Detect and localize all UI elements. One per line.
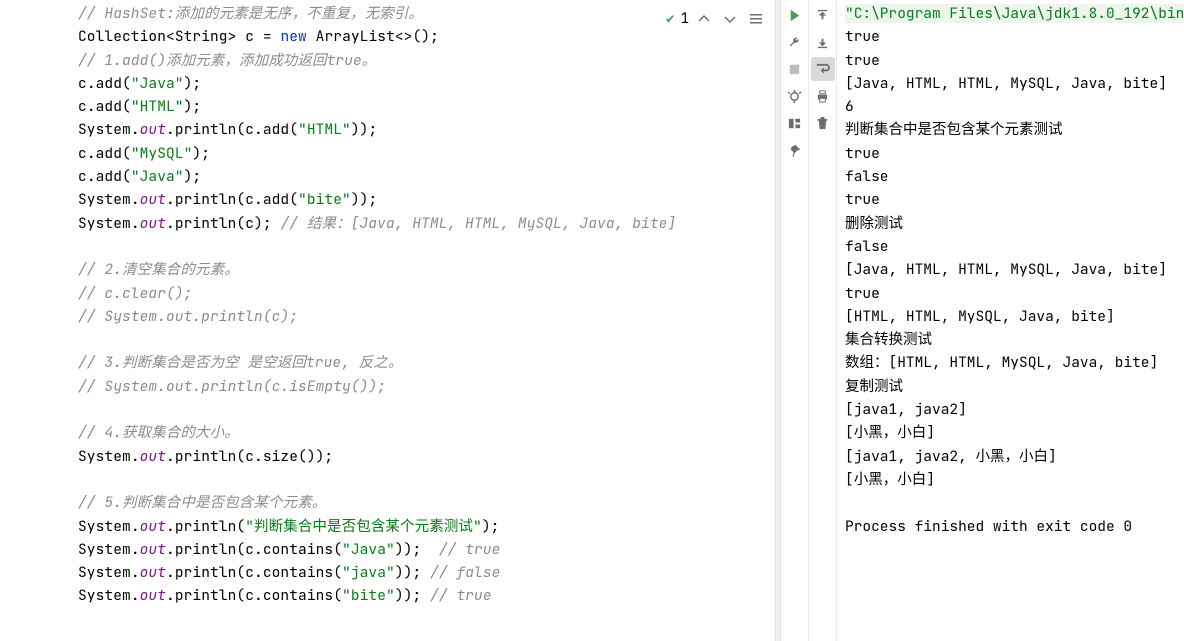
chevron-up-icon[interactable] bbox=[693, 8, 715, 30]
console-path: "C:\Program Files\Java\jdk1.8.0_192\bin bbox=[845, 4, 1184, 23]
pin-icon[interactable] bbox=[783, 138, 807, 162]
code-line[interactable] bbox=[78, 235, 775, 258]
code-line[interactable]: System.out.println("判断集合中是否包含某个元素测试"); bbox=[78, 515, 775, 538]
console-line: [java1, java2] bbox=[845, 398, 1184, 421]
console-line: [Java, HTML, HTML, MySQL, Java, bite] bbox=[845, 72, 1184, 95]
run-pane: "C:\Program Files\Java\jdk1.8.0_192\bint… bbox=[781, 0, 1184, 641]
soft-wrap-icon[interactable] bbox=[811, 57, 835, 81]
console-line: 复制测试 bbox=[845, 375, 1184, 398]
console-line: 判断集合中是否包含某个元素测试 bbox=[845, 118, 1184, 141]
run-toolbar-left bbox=[781, 0, 809, 641]
console-line: 6 bbox=[845, 95, 1184, 118]
print-icon[interactable] bbox=[811, 84, 835, 108]
code-line[interactable]: c.add("Java"); bbox=[78, 165, 775, 188]
code-line[interactable]: System.out.println(c.contains("java")); … bbox=[78, 561, 775, 584]
console-line: false bbox=[845, 165, 1184, 188]
code-line[interactable] bbox=[78, 468, 775, 491]
code-line[interactable] bbox=[78, 398, 775, 421]
more-icon[interactable] bbox=[745, 8, 767, 30]
console-output[interactable]: "C:\Program Files\Java\jdk1.8.0_192\bint… bbox=[837, 0, 1184, 641]
console-line: true bbox=[845, 25, 1184, 48]
console-line: [java1, java2, 小黑，小白] bbox=[845, 445, 1184, 468]
code-line[interactable]: c.add("MySQL"); bbox=[78, 142, 775, 165]
debug-icon[interactable] bbox=[783, 84, 807, 108]
scroll-top-icon[interactable] bbox=[811, 3, 835, 27]
editor-inspection-widget[interactable]: ✔ 1 bbox=[666, 4, 767, 30]
console-line: 集合转换测试 bbox=[845, 328, 1184, 351]
code-line[interactable]: System.out.println(c); // 结果：[Java, HTML… bbox=[78, 212, 775, 235]
code-area[interactable]: // HashSet:添加的元素是无序，不重复，无索引。Collection<S… bbox=[0, 0, 775, 608]
code-line[interactable] bbox=[78, 328, 775, 351]
console-line bbox=[845, 491, 1184, 514]
code-line[interactable]: c.add("Java"); bbox=[78, 72, 775, 95]
console-line: true bbox=[845, 282, 1184, 305]
code-line[interactable]: // System.out.println(c.isEmpty()); bbox=[78, 375, 775, 398]
check-icon: ✔ bbox=[666, 10, 674, 28]
code-line[interactable]: // 5.判断集合中是否包含某个元素。 bbox=[78, 491, 775, 514]
code-line[interactable]: // 2.清空集合的元素。 bbox=[78, 258, 775, 281]
code-line[interactable]: // System.out.println(c); bbox=[78, 305, 775, 328]
console-line: [HTML, HTML, MySQL, Java, bite] bbox=[845, 305, 1184, 328]
code-line[interactable]: System.out.println(c.contains("bite")); … bbox=[78, 584, 775, 607]
layout-icon[interactable] bbox=[783, 111, 807, 135]
inspection-count: 1 bbox=[681, 10, 689, 28]
run-button[interactable] bbox=[783, 3, 807, 27]
wrench-icon[interactable] bbox=[783, 30, 807, 54]
console-line: true bbox=[845, 49, 1184, 72]
code-line[interactable]: System.out.println(c.contains("Java")); … bbox=[78, 538, 775, 561]
code-line[interactable]: System.out.println(c.add("bite")); bbox=[78, 188, 775, 211]
code-line[interactable]: // 4.获取集合的大小。 bbox=[78, 421, 775, 444]
code-line[interactable]: // 1.add()添加元素，添加成功返回true。 bbox=[78, 49, 775, 72]
code-line[interactable]: c.add("HTML"); bbox=[78, 95, 775, 118]
code-line[interactable]: System.out.println(c.add("HTML")); bbox=[78, 118, 775, 141]
code-line[interactable]: // 3.判断集合是否为空 是空返回true, 反之。 bbox=[78, 351, 775, 374]
console-line: [小黑，小白] bbox=[845, 421, 1184, 444]
console-line: [Java, HTML, HTML, MySQL, Java, bite] bbox=[845, 258, 1184, 281]
console-line: false bbox=[845, 235, 1184, 258]
console-line: true bbox=[845, 142, 1184, 165]
console-line: [小黑，小白] bbox=[845, 468, 1184, 491]
code-line[interactable]: // c.clear(); bbox=[78, 282, 775, 305]
editor-pane[interactable]: ✔ 1 // HashSet:添加的元素是无序，不重复，无索引。Collecti… bbox=[0, 0, 775, 641]
console-line: 删除测试 bbox=[845, 212, 1184, 235]
code-line[interactable]: System.out.println(c.size()); bbox=[78, 445, 775, 468]
scroll-bottom-icon[interactable] bbox=[811, 30, 835, 54]
console-line: Process finished with exit code 0 bbox=[845, 515, 1184, 538]
stop-button[interactable] bbox=[783, 57, 807, 81]
console-line: 数组：[HTML, HTML, MySQL, Java, bite] bbox=[845, 351, 1184, 374]
ide-root: ✔ 1 // HashSet:添加的元素是无序，不重复，无索引。Collecti… bbox=[0, 0, 1184, 641]
trash-icon[interactable] bbox=[811, 111, 835, 135]
run-toolbar-right bbox=[809, 0, 837, 641]
console-line: true bbox=[845, 188, 1184, 211]
chevron-down-icon[interactable] bbox=[719, 8, 741, 30]
